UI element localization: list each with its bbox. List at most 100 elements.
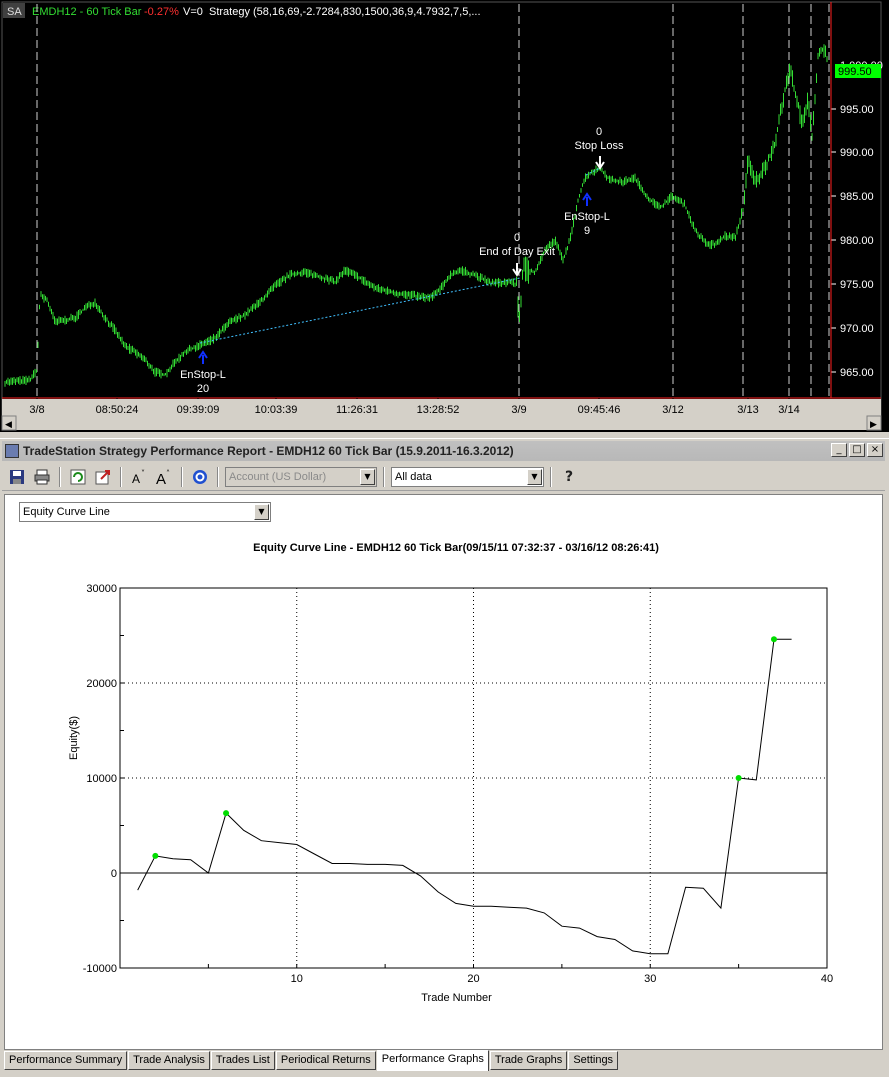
chart-title: Equity Curve Line - EMDH12 60 Tick Bar(0…	[253, 542, 659, 554]
chevron-down-icon: ▼	[360, 468, 375, 485]
tab-performance-graphs[interactable]: Performance Graphs	[376, 1050, 489, 1071]
maximize-button[interactable]: □	[849, 443, 865, 457]
close-button[interactable]: ×	[867, 443, 883, 457]
change-label: -0.27%	[144, 6, 179, 18]
font-decrease-icon: A ˅	[132, 469, 145, 485]
x-axis-label: Trade Number	[421, 992, 492, 1004]
target-button[interactable]	[189, 466, 211, 488]
x-tick-label: 20	[467, 973, 479, 985]
print-button[interactable]	[31, 466, 53, 488]
price-tick-label: 995.00	[840, 104, 874, 116]
entry-label-2: EnStop-L	[564, 211, 610, 223]
tab-performance-summary[interactable]: Performance Summary	[4, 1051, 128, 1070]
window-titlebar[interactable]: TradeStation Strategy Performance Report…	[2, 441, 885, 461]
scroll-right-icon: ▶	[870, 420, 877, 430]
svg-text:A: A	[132, 472, 140, 485]
entry-qty-2: 9	[584, 225, 590, 237]
price-tick-label: 970.00	[840, 323, 874, 335]
tab-trade-graphs[interactable]: Trade Graphs	[489, 1051, 568, 1070]
tab-settings[interactable]: Settings	[568, 1051, 619, 1070]
entry-qty-1: 20	[197, 383, 209, 395]
time-tick-label: 09:39:09	[177, 404, 220, 416]
price-chart[interactable]: SA EMDH12 - 60 Tick Bar -0.27% V=0 Strat…	[0, 0, 889, 432]
toolbar-separator	[181, 466, 183, 487]
refresh-button[interactable]	[67, 466, 89, 488]
svg-text:A: A	[156, 471, 166, 485]
equity-high-point	[223, 810, 230, 817]
svg-text:˄: ˄	[166, 469, 170, 478]
entry-label-1: EnStop-L	[180, 369, 226, 381]
time-tick-label: 10:03:39	[255, 404, 298, 416]
date-range-select[interactable]: All data ▼	[391, 466, 544, 487]
svg-text:˅: ˅	[141, 469, 145, 478]
save-icon	[10, 469, 24, 484]
y-tick-label: -10000	[83, 963, 117, 975]
tab-periodical-returns[interactable]: Periodical Returns	[275, 1051, 376, 1070]
toolbar-separator	[59, 466, 61, 487]
price-tick-label: 980.00	[840, 235, 874, 247]
tab-trades-list[interactable]: Trades List	[210, 1051, 275, 1070]
chart-scrollbar[interactable]	[2, 416, 881, 430]
toolbar-separator	[550, 466, 552, 487]
report-toolbar: A ˅ A ˄ Account (US Dollar) ▼ All data ▼ ?	[2, 463, 885, 491]
price-tick-label: 985.00	[840, 191, 874, 203]
scroll-left-icon: ◀	[5, 420, 12, 430]
decrease-font-button[interactable]: A ˅	[128, 466, 150, 488]
price-chart-canvas[interactable]: SA EMDH12 - 60 Tick Bar -0.27% V=0 Strat…	[0, 0, 889, 432]
target-icon	[193, 469, 207, 484]
increase-font-button[interactable]: A ˄	[153, 466, 175, 488]
time-tick-label: 3/9	[511, 404, 526, 416]
last-price-label: 999.50	[838, 66, 872, 78]
help-button[interactable]: ?	[558, 466, 580, 488]
exit-qty-1: 0	[514, 232, 520, 244]
y-tick-label: 30000	[86, 583, 117, 595]
exit-label-1: End of Day Exit	[479, 246, 555, 258]
toolbar-separator	[217, 466, 219, 487]
report-tabs: Performance Summary Trade Analysis Trades …	[4, 1050, 619, 1071]
time-tick-label: 3/13	[737, 404, 758, 416]
toolbar-separator	[383, 466, 385, 487]
price-tick-label: 965.00	[840, 367, 874, 379]
graph-type-select[interactable]: Equity Curve Line ▼	[19, 502, 271, 522]
save-button[interactable]	[6, 466, 28, 488]
window-title: TradeStation Strategy Performance Report…	[23, 444, 514, 458]
volume-label: V=0	[183, 6, 203, 18]
equity-high-point	[770, 636, 777, 643]
price-tick-label: 975.00	[840, 279, 874, 291]
strategy-label: Strategy (58,16,69,-2.7284,830,1500,36,9…	[209, 6, 481, 18]
exit-qty-2: 0	[596, 126, 602, 138]
account-select[interactable]: Account (US Dollar) ▼	[225, 466, 377, 487]
y-axis-label: Equity($)	[68, 716, 80, 760]
x-tick-label: 30	[644, 973, 656, 985]
refresh-icon	[70, 469, 86, 484]
app-icon	[5, 444, 19, 458]
chevron-down-icon: ▼	[527, 468, 542, 485]
price-tick-label: 990.00	[840, 147, 874, 159]
time-tick-label: 11:26:31	[336, 404, 378, 416]
export-button[interactable]	[92, 466, 114, 488]
font-increase-icon: A ˄	[156, 469, 170, 485]
tab-trade-analysis[interactable]: Trade Analysis	[128, 1051, 210, 1070]
graph-type-select-value: Equity Curve Line	[23, 506, 110, 518]
symbol-label: EMDH12 - 60 Tick Bar	[32, 6, 142, 18]
time-tick-label: 3/8	[29, 404, 44, 416]
minimize-button[interactable]: _	[831, 443, 847, 457]
x-tick-label: 40	[821, 973, 833, 985]
exit-label-2: Stop Loss	[575, 140, 624, 152]
time-tick-label: 3/14	[778, 404, 799, 416]
equity-curve-chart: Equity Curve Line - EMDH12 60 Tick Bar(0…	[68, 542, 833, 1004]
y-tick-label: 20000	[86, 678, 117, 690]
time-tick-label: 13:28:52	[417, 404, 460, 416]
time-tick-label: 08:50:24	[96, 404, 139, 416]
y-tick-label: 0	[111, 868, 117, 880]
equity-high-point	[152, 852, 159, 859]
x-tick-label: 10	[291, 973, 303, 985]
time-tick-label: 09:45:46	[578, 404, 621, 416]
date-range-select-value: All data	[395, 470, 432, 483]
printer-icon	[34, 469, 50, 484]
y-tick-label: 10000	[86, 773, 117, 785]
chevron-down-icon: ▼	[254, 504, 269, 520]
account-select-value: Account (US Dollar)	[229, 470, 327, 483]
performance-report-window: TradeStation Strategy Performance Report…	[0, 438, 889, 1077]
export-icon	[95, 469, 110, 484]
